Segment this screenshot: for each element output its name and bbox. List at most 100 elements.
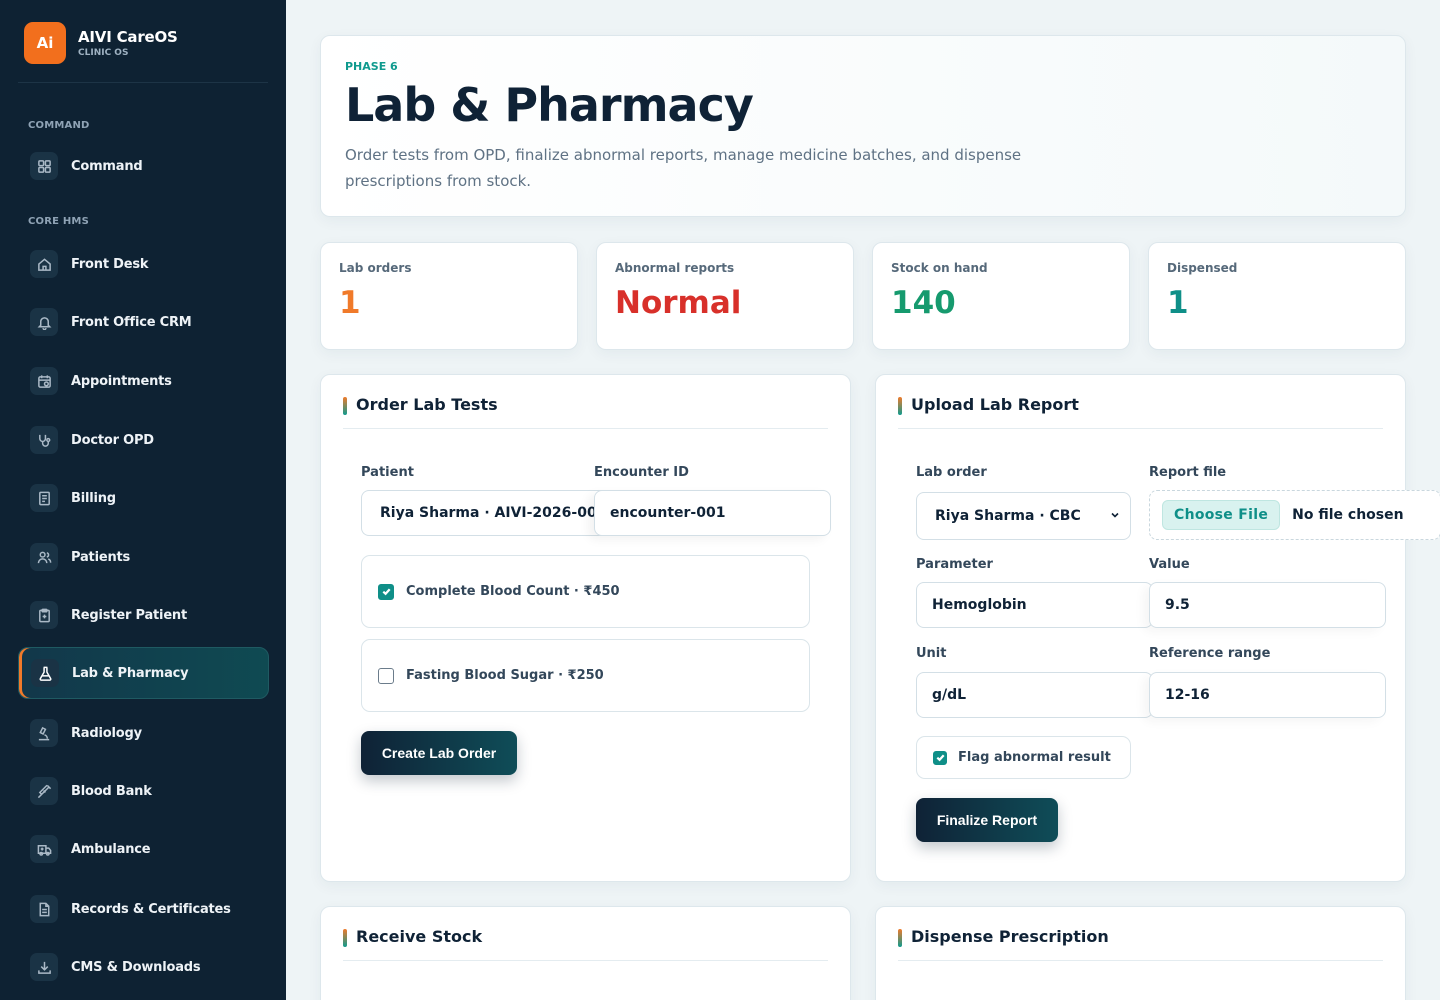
sidebar-item-patients[interactable]: Patients: [18, 531, 269, 583]
sidebar-item-label: Lab & Pharmacy: [72, 665, 189, 681]
stat-value: 1: [339, 285, 361, 321]
test-option-fbs[interactable]: Fasting Blood Sugar · ₹250: [361, 639, 810, 712]
upload-lab-report-panel: Upload Lab Report Lab order Report file …: [875, 374, 1440, 882]
panel-title: Order Lab Tests: [356, 395, 498, 414]
sidebar-item-label: Command: [71, 158, 143, 174]
chevron-down-icon: [1111, 512, 1119, 518]
stat-value: 1: [1167, 285, 1189, 321]
sidebar-item-command[interactable]: Command: [18, 140, 269, 192]
stat-value: Normal: [615, 285, 742, 321]
patient-select[interactable]: Riya Sharma · AIVI-2026-0001: [361, 490, 606, 536]
sidebar-item-front-office-crm[interactable]: Front Office CRM: [18, 296, 269, 348]
panel-title: Dispense Prescription: [911, 927, 1109, 946]
checkbox-checked[interactable]: [378, 583, 394, 600]
syringe-icon: [30, 777, 58, 805]
test-option-label: Complete Blood Count · ₹450: [406, 584, 620, 599]
panel-header: Dispense Prescription: [898, 927, 1383, 961]
receive-stock-panel: Receive Stock: [320, 906, 851, 1000]
download-icon: [30, 953, 58, 981]
sidebar-item-ambulance[interactable]: Ambulance: [18, 823, 269, 875]
sidebar: Ai AIVI CareOS CLINIC OS COMMAND Command…: [0, 0, 286, 1000]
lab-order-select[interactable]: Riya Sharma · CBC: [916, 492, 1131, 540]
sidebar-item-doctor-opd[interactable]: Doctor OPD: [18, 414, 269, 466]
unit-label: Unit: [916, 646, 947, 661]
report-file-label: Report file: [1149, 465, 1227, 480]
patient-label: Patient: [361, 465, 414, 480]
create-lab-order-button[interactable]: Create Lab Order: [361, 731, 517, 775]
test-option-label: Fasting Blood Sugar · ₹250: [406, 668, 604, 683]
accent-bar: [343, 929, 347, 947]
brand-logo: Ai: [24, 22, 66, 64]
sidebar-item-lab-pharmacy[interactable]: Lab & Pharmacy: [18, 647, 269, 699]
stat-label: Lab orders: [339, 261, 412, 275]
receipt-icon: [30, 484, 58, 512]
sidebar-item-label: Register Patient: [71, 607, 188, 623]
stat-card-stock-on-hand: Stock on hand 140: [872, 242, 1130, 350]
sidebar-item-label: CMS & Downloads: [71, 959, 201, 975]
sidebar-item-label: Billing: [71, 490, 116, 506]
sidebar-item-label: Doctor OPD: [71, 432, 154, 448]
sidebar-item-records-certificates[interactable]: Records & Certificates: [18, 883, 269, 935]
lab-order-label: Lab order: [916, 465, 987, 480]
finalize-report-button[interactable]: Finalize Report: [916, 798, 1058, 842]
page-description: Order tests from OPD, finalize abnormal …: [345, 146, 1022, 190]
order-lab-tests-panel: Order Lab Tests Patient Encounter ID Riy…: [320, 374, 851, 882]
parameter-label: Parameter: [916, 557, 993, 572]
dispense-prescription-panel: Dispense Prescription: [875, 906, 1406, 1000]
encounter-id-input[interactable]: encounter-001: [594, 490, 831, 536]
flask-icon: [31, 659, 59, 687]
document-icon: [30, 895, 58, 923]
parameter-input[interactable]: Hemoglobin: [916, 582, 1153, 628]
sidebar-item-billing[interactable]: Billing: [18, 472, 269, 524]
brand[interactable]: Ai AIVI CareOS CLINIC OS: [24, 22, 178, 64]
file-status: No file chosen: [1292, 507, 1404, 523]
section-label-command: COMMAND: [28, 120, 90, 131]
sidebar-item-cms-downloads[interactable]: CMS & Downloads: [18, 941, 269, 993]
sidebar-item-appointments[interactable]: Appointments: [18, 355, 269, 407]
stat-card-dispensed: Dispensed 1: [1148, 242, 1406, 350]
sidebar-item-label: Records & Certificates: [71, 901, 231, 917]
stat-label: Abnormal reports: [615, 261, 735, 275]
value-input[interactable]: 9.5: [1149, 582, 1386, 628]
reference-range-label: Reference range: [1149, 646, 1271, 661]
sidebar-item-label: Radiology: [71, 725, 142, 741]
choose-file-button[interactable]: Choose File: [1162, 500, 1281, 530]
stethoscope-icon: [30, 426, 58, 454]
stat-value: 140: [891, 285, 956, 321]
value-label: Value: [1149, 557, 1190, 572]
brand-name: AIVI CareOS: [78, 28, 178, 46]
sidebar-item-front-desk[interactable]: Front Desk: [18, 238, 269, 290]
panel-header: Order Lab Tests: [343, 395, 828, 429]
sidebar-item-register-patient[interactable]: Register Patient: [18, 589, 269, 641]
lab-order-value: Riya Sharma · CBC: [935, 508, 1081, 524]
checkbox-unchecked[interactable]: [378, 667, 394, 684]
users-icon: [30, 543, 58, 571]
panel-title: Receive Stock: [356, 927, 483, 946]
grid-icon: [30, 152, 58, 180]
unit-input[interactable]: g/dL: [916, 672, 1153, 718]
accent-bar: [898, 397, 902, 415]
home-icon: [30, 250, 58, 278]
flag-abnormal-toggle[interactable]: Flag abnormal result: [916, 736, 1131, 779]
calendar-icon: [30, 367, 58, 395]
checkbox-checked[interactable]: [933, 750, 947, 765]
panel-header: Receive Stock: [343, 927, 828, 961]
test-option-cbc[interactable]: Complete Blood Count · ₹450: [361, 555, 810, 628]
flag-abnormal-label: Flag abnormal result: [958, 750, 1111, 765]
stat-card-lab-orders: Lab orders 1: [320, 242, 578, 350]
reference-range-input[interactable]: 12-16: [1149, 672, 1386, 718]
section-label-core-hms: CORE HMS: [28, 216, 89, 227]
phase-label: PHASE 6: [345, 60, 398, 73]
brand-subtitle: CLINIC OS: [78, 48, 129, 58]
sidebar-item-label: Blood Bank: [71, 783, 152, 799]
sidebar-item-label: Ambulance: [71, 841, 151, 857]
sidebar-item-label: Patients: [71, 549, 131, 565]
page-title: Lab & Pharmacy: [345, 78, 754, 132]
ambulance-icon: [30, 835, 58, 863]
clipboard-icon: [30, 601, 58, 629]
sidebar-item-radiology[interactable]: Radiology: [18, 707, 269, 759]
sidebar-item-blood-bank[interactable]: Blood Bank: [18, 765, 269, 817]
report-file-input[interactable]: Choose File No file chosen: [1149, 490, 1440, 540]
accent-bar: [343, 397, 347, 415]
accent-bar: [898, 929, 902, 947]
